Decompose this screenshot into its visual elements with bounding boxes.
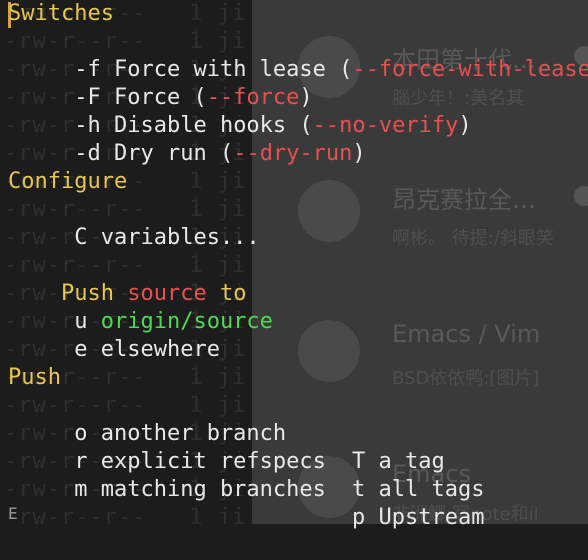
action-key: C: [74, 225, 88, 250]
action-label: elsewhere: [100, 337, 220, 362]
action-label: variables...: [100, 225, 260, 250]
switch-close: ): [352, 141, 366, 166]
push-source-heading: Push source to: [8, 252, 246, 306]
action-key: m: [74, 477, 88, 502]
configure-heading: Configure: [8, 169, 128, 194]
action-key: t: [352, 477, 366, 502]
push-all-tags[interactable]: t all tags: [352, 476, 484, 504]
switch-key: -d: [74, 141, 101, 166]
action-key: e: [74, 337, 88, 362]
push-elsewhere[interactable]: e elsewhere: [8, 308, 220, 362]
switch-flag: --force-with-lease: [352, 57, 588, 82]
switch-force-with-lease[interactable]: -f Force with lease (--force-with-lease): [8, 28, 588, 82]
push-row-1: o another branch T a tag: [8, 392, 578, 474]
push-row-2: r explicit refspecs t all tags: [8, 420, 578, 502]
push-matching-branches[interactable]: m matching branches: [61, 477, 326, 502]
switch-flag: --dry-run: [233, 141, 353, 166]
action-label: Upstream: [378, 505, 485, 530]
switch-dry-run[interactable]: -d Dry run (--dry-run): [8, 112, 365, 166]
switch-close: ): [458, 113, 472, 138]
push-row-3: m matching branches p Upstream: [8, 448, 578, 530]
action-label: all tags: [378, 477, 485, 502]
push-heading: Push: [8, 365, 61, 390]
switches-heading: Switches: [8, 1, 114, 26]
push-to-pushremote[interactable]: u origin/source: [8, 280, 273, 334]
action-label: matching branches: [100, 477, 326, 502]
push-upstream[interactable]: p Upstream: [352, 504, 484, 532]
magit-push-popup: Switches -f Force with lease (--force-wi…: [0, 0, 588, 530]
switch-label: Dry run (: [113, 141, 234, 166]
switch-no-verify[interactable]: -h Disable hooks (--no-verify): [8, 84, 471, 138]
switch-force[interactable]: -F Force (--force): [8, 56, 312, 110]
configure-variables[interactable]: C variables...: [8, 196, 259, 250]
action-key: p: [352, 505, 366, 530]
